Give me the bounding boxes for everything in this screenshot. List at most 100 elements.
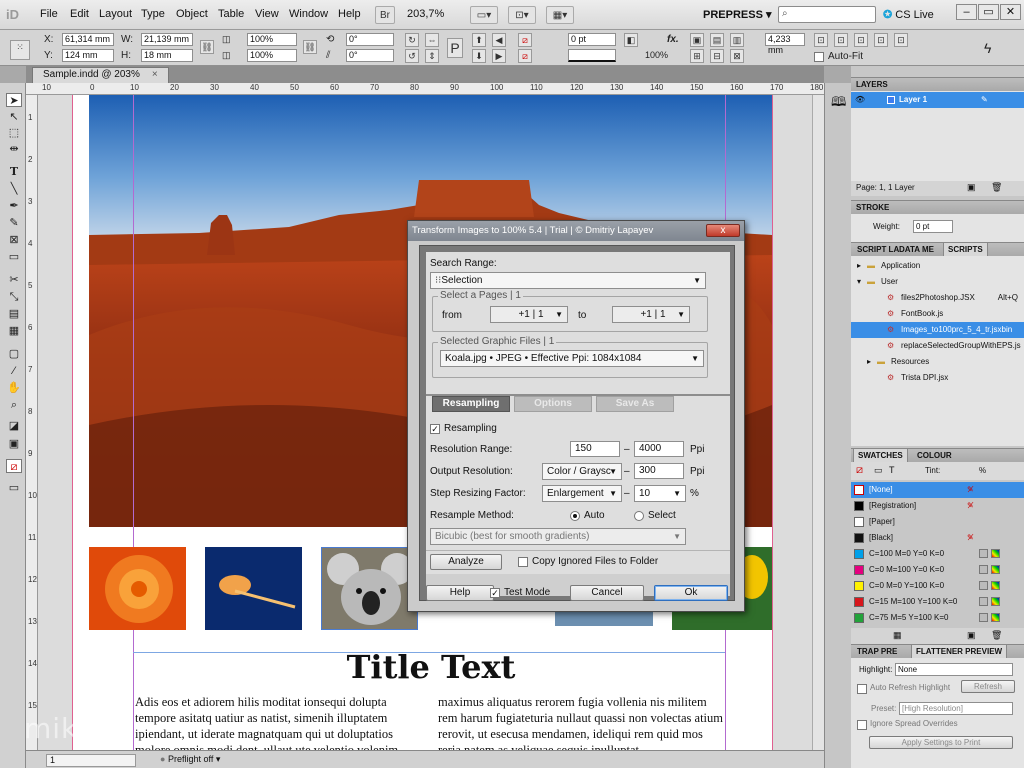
menu-table[interactable]: Table	[218, 8, 244, 20]
weight-field[interactable]: 0 pt	[913, 220, 953, 233]
tab-options[interactable]: Options	[514, 396, 592, 412]
scale-y-field[interactable]: 100%	[247, 49, 297, 62]
fill-none-icon[interactable]: ⧄	[518, 33, 532, 47]
fit-frame-icon[interactable]: ⊡	[834, 33, 848, 47]
container-icon[interactable]: ▭	[874, 465, 883, 476]
menu-file[interactable]: File	[40, 8, 58, 20]
screen-mode-tool-icon[interactable]: ▭	[6, 481, 22, 495]
flower-thumbnail[interactable]	[89, 547, 186, 630]
script-item[interactable]: ⚙ Trista DPI.jsx	[851, 370, 1024, 386]
minimize-button[interactable]: –	[956, 4, 977, 20]
jellyfish-thumbnail[interactable]	[205, 547, 302, 630]
range-max-input[interactable]: 4000	[634, 441, 684, 457]
swatch-row[interactable]: C=100 M=0 Y=0 K=0	[851, 546, 1024, 562]
layers-panel-header[interactable]: LAYERS	[851, 77, 1024, 91]
pencil-tool-icon[interactable]: ✎	[6, 216, 22, 230]
new-layer-icon[interactable]: ▣	[967, 182, 976, 193]
rotate-ccw-icon[interactable]: ↺	[405, 49, 419, 63]
highlight-select[interactable]: None	[895, 663, 1013, 676]
scale-x-field[interactable]: 100%	[247, 33, 297, 46]
select-next-icon[interactable]: ▶	[492, 49, 506, 63]
fill-stroke-icon[interactable]: ◪	[6, 419, 22, 433]
close-tab-icon[interactable]: ×	[152, 69, 158, 80]
script-item[interactable]: ⚙ replaceSelectedGroupWithEPS.js	[851, 338, 1024, 354]
selected-frame-outline[interactable]	[321, 547, 418, 630]
formatting-icon[interactable]: ▣	[6, 437, 22, 451]
script-item[interactable]: ⚙ files2Photoshop.JSX Alt+Q	[851, 290, 1024, 306]
disclosure-triangle-icon[interactable]: ▸	[857, 258, 861, 274]
swatch-row[interactable]: [Paper]	[851, 514, 1024, 530]
swatch-row[interactable]: C=15 M=100 Y=100 K=0	[851, 594, 1024, 610]
script-item[interactable]: ▸ ▬ Application	[851, 258, 1024, 274]
bridge-button[interactable]: Br	[375, 6, 395, 24]
note-tool-icon[interactable]: ▢	[6, 347, 22, 361]
body-column-2[interactable]: maximus aliquatus rerorem fugia vollenia…	[438, 694, 728, 758]
close-window-button[interactable]: ✕	[1000, 4, 1021, 20]
text-wrap-shape-icon[interactable]: ▥	[730, 33, 744, 47]
h-field[interactable]: 18 mm	[141, 49, 193, 62]
method-auto-radio[interactable]	[570, 511, 580, 521]
swatch-row[interactable]: [Black] ✎̸	[851, 530, 1024, 546]
copy-ignored-checkbox[interactable]	[518, 557, 528, 567]
layer-row[interactable]: 👁 Layer 1 ✎	[851, 92, 1024, 108]
direct-selection-tool-icon[interactable]: ↖	[6, 110, 22, 124]
script-item[interactable]: ▸ ▬ Resources	[851, 354, 1024, 370]
resampling-checkbox[interactable]: ✓	[430, 424, 440, 434]
hand-tool-icon[interactable]: ✋	[6, 381, 22, 395]
stroke-panel-header[interactable]: STROKE	[851, 200, 1024, 214]
fit-icon-2[interactable]: ⊟	[710, 49, 724, 63]
interpolation-select[interactable]: Bicubic (best for smooth gradients) ▼	[430, 528, 686, 545]
text-wrap-none-icon[interactable]: ▣	[690, 33, 704, 47]
w-field[interactable]: 21,139 mm	[141, 33, 193, 46]
disclosure-triangle-icon[interactable]: ▸	[867, 354, 871, 370]
step-value-select[interactable]: 10 ▼	[634, 485, 686, 502]
line-tool-icon[interactable]: ╲	[6, 182, 22, 196]
from-select[interactable]: +1 | 1 ▼	[490, 306, 568, 323]
script-item[interactable]: ▾ ▬ User	[851, 274, 1024, 290]
restore-button[interactable]: ▭	[978, 4, 999, 20]
menu-object[interactable]: Object	[176, 8, 208, 20]
flip-v-icon[interactable]: ⇕	[425, 49, 439, 63]
workspace-switcher[interactable]: PREPRESS ▾	[703, 8, 772, 21]
tab-resampling[interactable]: Resampling	[432, 396, 510, 412]
dialog-title[interactable]: Transform Images to 100% 5.4 | Trial | ©…	[408, 221, 744, 241]
type-tool-icon[interactable]: T	[6, 165, 22, 179]
constrain-scale-icon[interactable]: ⛓	[303, 40, 317, 54]
output-mode-select[interactable]: Color / Graysc ▼	[542, 463, 622, 480]
visibility-eye-icon[interactable]: 👁	[855, 92, 865, 108]
graphic-file-select[interactable]: Koala.jpg • JPEG • Effective Ppi: 1084x1…	[440, 350, 704, 367]
auto-refresh-checkbox[interactable]	[857, 684, 867, 694]
delete-layer-icon[interactable]: 🗑	[991, 182, 1002, 193]
script-item[interactable]: ⚙ FontBook.js	[851, 306, 1024, 322]
rotate-cw-icon[interactable]: ↻	[405, 33, 419, 47]
y-field[interactable]: 124 mm	[62, 49, 114, 62]
arrange-documents-button[interactable]: ▦▾	[546, 6, 574, 24]
swatch-row[interactable]: C=0 M=0 Y=100 K=0	[851, 578, 1024, 594]
new-swatch-icon[interactable]: ▣	[967, 630, 976, 641]
fit-content-icon[interactable]: ⊡	[814, 33, 828, 47]
screen-mode-button[interactable]: ⊡▾	[508, 6, 536, 24]
zoom-level[interactable]: 203,7%	[407, 8, 444, 20]
pages-panel-icon[interactable]: 🕮	[831, 93, 846, 115]
fit-icon-1[interactable]: ⊞	[690, 49, 704, 63]
menu-view[interactable]: View	[255, 8, 279, 20]
zoom-tool-icon[interactable]: ⌕	[6, 398, 22, 412]
text-wrap-box-icon[interactable]: ▤	[710, 33, 724, 47]
body-column-1[interactable]: Adis eos et adiorem hilis moditat ionseq…	[135, 694, 425, 758]
select-content-icon[interactable]: ⬇	[472, 49, 486, 63]
reference-point-icon[interactable]: ⁙	[10, 40, 30, 60]
fill-stroke-swatch-icon[interactable]: ⧄	[856, 464, 863, 477]
select-previous-icon[interactable]: ◀	[492, 33, 506, 47]
stroke-weight-field[interactable]: 0 pt	[568, 33, 616, 46]
swatch-row[interactable]: [None] ✎̸	[851, 482, 1024, 498]
search-input[interactable]: ⌕	[778, 6, 876, 23]
x-field[interactable]: 61,314 mm	[62, 33, 114, 46]
shear-field[interactable]: 0°	[346, 49, 394, 62]
tab-data-merge[interactable]: DATA ME	[895, 243, 938, 257]
pen-tool-icon[interactable]: ✒	[6, 199, 22, 213]
menu-type[interactable]: Type	[141, 8, 165, 20]
fit-proportional-icon[interactable]: ⊡	[894, 33, 908, 47]
analyze-button[interactable]: Analyze	[430, 554, 502, 570]
test-mode-checkbox[interactable]: ✓	[490, 588, 500, 598]
apply-none-icon[interactable]: ⧄	[6, 459, 22, 473]
